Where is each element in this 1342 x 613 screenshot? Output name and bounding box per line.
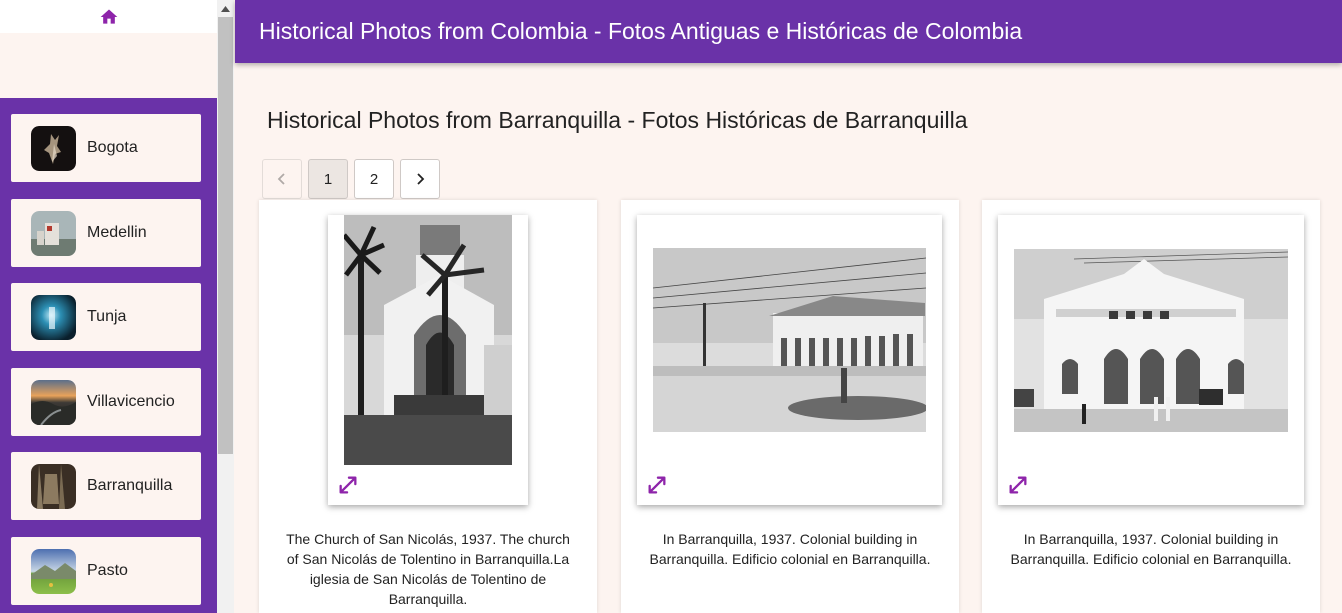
sidebar-item-pasto[interactable]: Pasto: [11, 537, 201, 605]
site-title: Historical Photos from Colombia - Fotos …: [259, 18, 1023, 44]
sidebar-item-label: Medellin: [87, 224, 147, 241]
tunja-thumbnail: [31, 294, 76, 340]
sidebar-item-villavicencio[interactable]: Villavicencio: [11, 368, 201, 436]
medellin-thumbnail: [31, 210, 76, 256]
sidebar-item-tunja[interactable]: Tunja: [11, 283, 201, 351]
page-title: Historical Photos from Barranquilla - Fo…: [267, 107, 968, 133]
sidebar-home-bar: [0, 0, 217, 33]
colonial-building-photo[interactable]: [653, 248, 926, 432]
next-page-button[interactable]: [400, 159, 440, 199]
photo-frame: [328, 215, 528, 505]
photo-caption: In Barranquilla, 1937. Colonial building…: [1010, 531, 1292, 567]
chevron-left-icon: [277, 173, 285, 185]
sidebar: Bogota Medellin Tunja Villavicencio Barr…: [0, 0, 217, 613]
sidebar-item-medellin[interactable]: Medellin: [11, 199, 201, 267]
photo-frame: [998, 215, 1304, 505]
city-list: Bogota Medellin Tunja Villavicencio Barr…: [0, 98, 217, 613]
photo-frame: [637, 215, 942, 505]
sidebar-item-label: Pasto: [87, 562, 128, 579]
villavicencio-thumbnail: [31, 379, 76, 425]
church-photo[interactable]: [344, 215, 512, 465]
chevron-right-icon: [417, 173, 425, 185]
page-2-button[interactable]: 2: [354, 159, 394, 199]
photo-caption: In Barranquilla, 1937. Colonial building…: [649, 531, 931, 567]
photo-card: In Barranquilla, 1937. Colonial building…: [982, 200, 1320, 613]
expand-icon[interactable]: [337, 474, 359, 496]
expand-icon[interactable]: [646, 474, 668, 496]
photo-card: The Church of San Nicolás, 1937. The chu…: [259, 200, 597, 613]
pasto-thumbnail: [31, 548, 76, 594]
sidebar-item-label: Bogota: [87, 139, 138, 156]
scrollbar-thumb[interactable]: [218, 17, 233, 454]
photo-card: In Barranquilla, 1937. Colonial building…: [621, 200, 959, 613]
photo-caption: The Church of San Nicolás, 1937. The chu…: [286, 531, 570, 607]
sidebar-item-label: Barranquilla: [87, 477, 173, 494]
page-1-button[interactable]: 1: [308, 159, 348, 199]
sidebar-scrollbar[interactable]: [217, 0, 234, 613]
barranquilla-thumbnail: [31, 463, 76, 509]
home-icon[interactable]: [99, 7, 119, 27]
app-header: Historical Photos from Colombia - Fotos …: [235, 0, 1342, 63]
sidebar-item-label: Tunja: [87, 308, 127, 325]
expand-icon[interactable]: [1007, 474, 1029, 496]
scroll-up-arrow-icon[interactable]: [217, 0, 234, 17]
prev-page-button[interactable]: [262, 159, 302, 199]
sidebar-item-barranquilla[interactable]: Barranquilla: [11, 452, 201, 520]
sidebar-item-bogota[interactable]: Bogota: [11, 114, 201, 182]
sidebar-item-label: Villavicencio: [87, 393, 175, 410]
bogota-thumbnail: [31, 125, 76, 171]
theater-building-photo[interactable]: [1014, 249, 1288, 432]
